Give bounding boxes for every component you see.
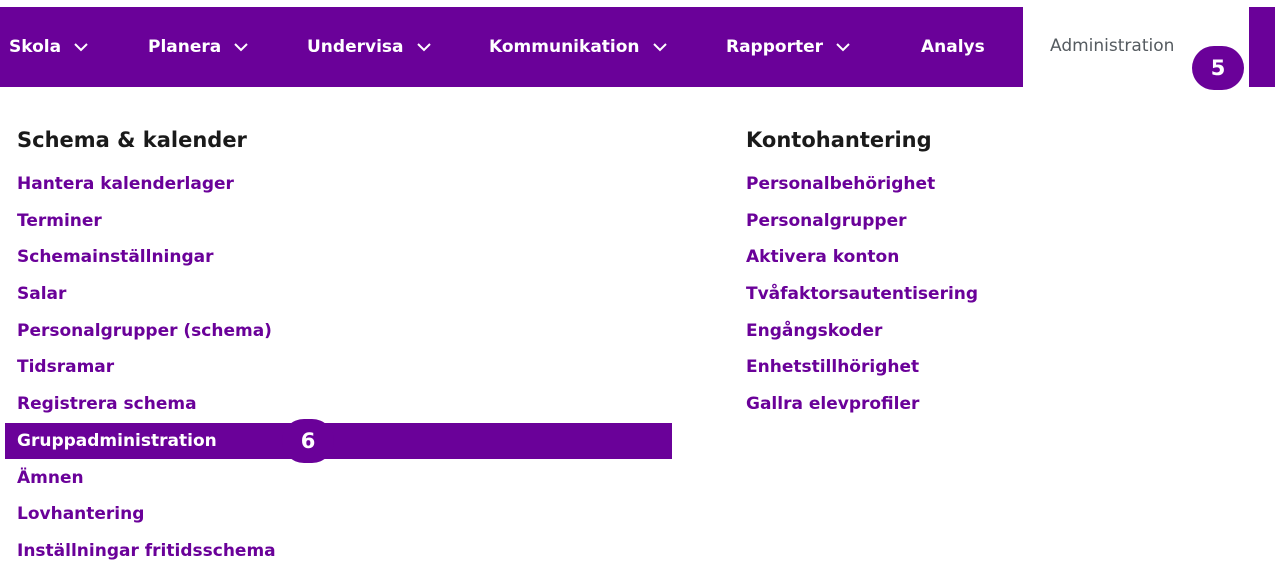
- link-personalbehorighet[interactable]: Personalbehörighet: [746, 174, 935, 194]
- link-registrera-schema[interactable]: Registrera schema: [17, 394, 197, 414]
- nav-item-planera[interactable]: Planera: [148, 7, 249, 87]
- chevron-down-icon: [74, 43, 88, 52]
- nav-item-label: Undervisa: [307, 37, 404, 57]
- nav-edge: [1249, 7, 1275, 87]
- chevron-down-icon: [234, 43, 248, 52]
- chevron-down-icon: [836, 43, 850, 52]
- top-navigation-bar: Skola Planera Undervisa Kommunikation Ra…: [0, 7, 1023, 87]
- chevron-down-icon: [652, 43, 667, 52]
- nav-item-undervisa[interactable]: Undervisa: [307, 7, 432, 87]
- link-personalgrupper[interactable]: Personalgrupper: [746, 211, 906, 231]
- chevron-down-icon: [416, 43, 431, 52]
- link-tvafaktorsautentisering[interactable]: Tvåfaktorsautentisering: [746, 284, 978, 304]
- link-amnen[interactable]: Ämnen: [17, 468, 84, 488]
- link-tidsramar[interactable]: Tidsramar: [17, 357, 114, 377]
- step-badge: 5: [1192, 46, 1244, 90]
- nav-item-skola[interactable]: Skola: [9, 7, 89, 87]
- link-terminer[interactable]: Terminer: [17, 211, 102, 231]
- link-aktivera-konton[interactable]: Aktivera konton: [746, 247, 899, 267]
- link-lovhantering[interactable]: Lovhantering: [17, 504, 144, 524]
- link-schemainstallningar[interactable]: Schemainställningar: [17, 247, 214, 267]
- link-personalgrupper-schema[interactable]: Personalgrupper (schema): [17, 321, 272, 341]
- nav-item-kommunikation[interactable]: Kommunikation: [489, 7, 668, 87]
- link-installningar-fritidsschema[interactable]: Inställningar fritidsschema: [17, 541, 276, 561]
- nav-item-rapporter[interactable]: Rapporter: [726, 7, 851, 87]
- nav-item-label: Planera: [148, 37, 222, 57]
- nav-item-label: Rapporter: [726, 37, 824, 57]
- link-enhetstillhorighet[interactable]: Enhetstillhörighet: [746, 357, 919, 377]
- link-gruppadministration[interactable]: Gruppadministration: [17, 431, 217, 451]
- link-salar[interactable]: Salar: [17, 284, 66, 304]
- nav-item-label: Analys: [921, 37, 985, 57]
- column-heading-schema-kalender: Schema & kalender: [17, 128, 247, 152]
- step-badge: 6: [282, 419, 334, 463]
- link-engangskoder[interactable]: Engångskoder: [746, 321, 882, 341]
- link-hantera-kalenderlager[interactable]: Hantera kalenderlager: [17, 174, 234, 194]
- link-gallra-elevprofiler[interactable]: Gallra elevprofiler: [746, 394, 919, 414]
- column-heading-kontohantering: Kontohantering: [746, 128, 932, 152]
- nav-item-label: Administration: [1050, 36, 1175, 56]
- nav-item-label: Skola: [9, 37, 62, 57]
- nav-item-analys[interactable]: Analys: [921, 7, 985, 87]
- nav-item-label: Kommunikation: [489, 37, 640, 57]
